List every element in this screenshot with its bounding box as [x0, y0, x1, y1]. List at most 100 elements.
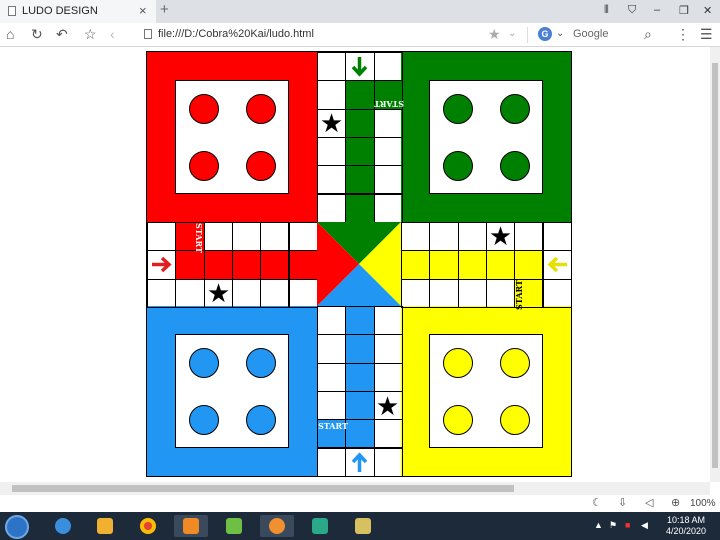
sidebar-icon[interactable]: ☰	[700, 26, 713, 42]
track-cell	[401, 222, 431, 252]
tab-title: LUDO DESIGN	[22, 5, 98, 17]
track-cell	[317, 362, 347, 392]
track-cell	[147, 278, 177, 308]
track-cell	[175, 278, 205, 308]
track-cell	[457, 278, 487, 308]
green-token[interactable]	[443, 151, 473, 181]
search-engine-icon[interactable]: G	[538, 27, 552, 41]
browser-app-icon[interactable]	[260, 515, 294, 537]
home-icon[interactable]: ⌂	[6, 26, 14, 42]
center-home	[317, 222, 401, 306]
ludo-board: ★ ★ ★ ★ START START START START	[146, 51, 572, 477]
track-cell	[317, 306, 347, 336]
track-cell	[317, 165, 347, 195]
new-tab-button[interactable]: +	[160, 1, 169, 18]
track-cell-yellow	[457, 250, 487, 280]
red-token[interactable]	[189, 94, 219, 124]
red-token[interactable]	[246, 151, 276, 181]
reload-icon[interactable]: ↻	[31, 26, 43, 42]
vertical-scroll-thumb[interactable]	[712, 63, 718, 468]
network-icon[interactable]: ■	[625, 520, 630, 530]
speaker-icon[interactable]: ◀	[641, 520, 648, 531]
close-window-icon[interactable]: ✕	[703, 4, 712, 17]
track-cell	[260, 278, 290, 308]
blue-token[interactable]	[189, 405, 219, 435]
zoom-icon[interactable]: ⊕	[671, 496, 680, 509]
yellow-token[interactable]	[443, 348, 473, 378]
volume-icon[interactable]: ◁	[645, 496, 653, 509]
track-cell-red	[231, 250, 262, 280]
zoom-level[interactable]: 100%	[690, 498, 716, 509]
blue-token[interactable]	[246, 348, 276, 378]
track-cell	[288, 278, 318, 308]
paint-app-icon[interactable]	[346, 515, 380, 537]
arrow-left-icon	[547, 256, 567, 273]
red-token[interactable]	[246, 94, 276, 124]
track-cell	[203, 222, 233, 252]
track-cell-green	[345, 80, 375, 110]
url-dropdown-icon[interactable]: ⌄	[508, 26, 516, 42]
track-cell-blue	[345, 334, 375, 364]
blue-token[interactable]	[246, 405, 276, 435]
tab-ludo-design[interactable]: LUDO DESIGN ×	[0, 0, 156, 23]
clock[interactable]: 10:18 AM 4/20/2020	[662, 515, 710, 537]
red-token[interactable]	[189, 151, 219, 181]
menu-icon[interactable]: ⋮	[676, 26, 690, 42]
track-cell	[231, 278, 262, 308]
download-icon[interactable]: ⇩	[618, 496, 627, 509]
track-cell	[485, 278, 516, 308]
red-home-inner	[175, 80, 289, 194]
search-icon[interactable]: ⌕	[644, 26, 652, 42]
status-bar	[0, 495, 720, 512]
track-cell	[373, 136, 403, 167]
yellow-token[interactable]	[443, 405, 473, 435]
track-cell-red	[260, 250, 290, 280]
start-button[interactable]	[5, 515, 29, 539]
tab-list-icon[interactable]: ⦀	[604, 4, 609, 17]
blue-start-label: START	[318, 421, 348, 431]
sublime-text-icon[interactable]	[174, 515, 208, 537]
track-cell-red	[203, 250, 233, 280]
minimize-icon[interactable]: –	[654, 4, 660, 16]
blue-home	[147, 306, 317, 476]
track-cell-blue	[345, 390, 375, 421]
yellow-token[interactable]	[500, 348, 530, 378]
moon-icon[interactable]: ☾	[592, 496, 602, 509]
shield-icon[interactable]: ⛉	[628, 4, 636, 17]
track-cell	[429, 278, 459, 308]
track-cell-blue	[345, 419, 375, 449]
tray-arrow-icon[interactable]: ▲	[594, 520, 603, 530]
horizontal-scroll-thumb[interactable]	[12, 485, 514, 492]
yellow-start-label: START	[514, 280, 524, 310]
undo-icon[interactable]: ↶	[56, 26, 68, 42]
track-cell	[542, 278, 572, 308]
track-cell-blue	[345, 306, 375, 336]
favorite-star-icon[interactable]: ☆	[84, 26, 97, 42]
address-bar[interactable]: file:///D:/Cobra%20Kai/ludo.html	[158, 28, 314, 40]
track-cell-red	[175, 250, 205, 280]
track-cell	[317, 193, 347, 223]
green-token[interactable]	[500, 94, 530, 124]
green-token[interactable]	[443, 94, 473, 124]
maximize-icon[interactable]: ❐	[679, 4, 689, 17]
track-cell	[373, 447, 403, 477]
editor-app-icon[interactable]	[303, 515, 337, 537]
engine-dropdown-icon[interactable]: ⌄	[556, 26, 564, 42]
track-cell	[317, 136, 347, 167]
yellow-token[interactable]	[500, 405, 530, 435]
close-tab-icon[interactable]: ×	[139, 3, 147, 18]
blue-token[interactable]	[189, 348, 219, 378]
safe-star-icon: ★	[488, 221, 513, 251]
track-cell-yellow	[401, 250, 431, 280]
chrome-icon[interactable]	[131, 515, 165, 537]
internet-explorer-icon[interactable]	[46, 515, 80, 537]
track-cell-blue	[345, 362, 375, 392]
spreadsheet-icon[interactable]	[217, 515, 251, 537]
search-input[interactable]: Google	[573, 28, 608, 40]
track-cell	[429, 222, 459, 252]
bookmark-star-icon[interactable]: ★	[488, 26, 501, 42]
media-player-icon[interactable]	[88, 515, 122, 537]
green-token[interactable]	[500, 151, 530, 181]
flag-icon[interactable]: ⚑	[609, 520, 617, 531]
back-icon[interactable]: ‹	[110, 26, 115, 42]
